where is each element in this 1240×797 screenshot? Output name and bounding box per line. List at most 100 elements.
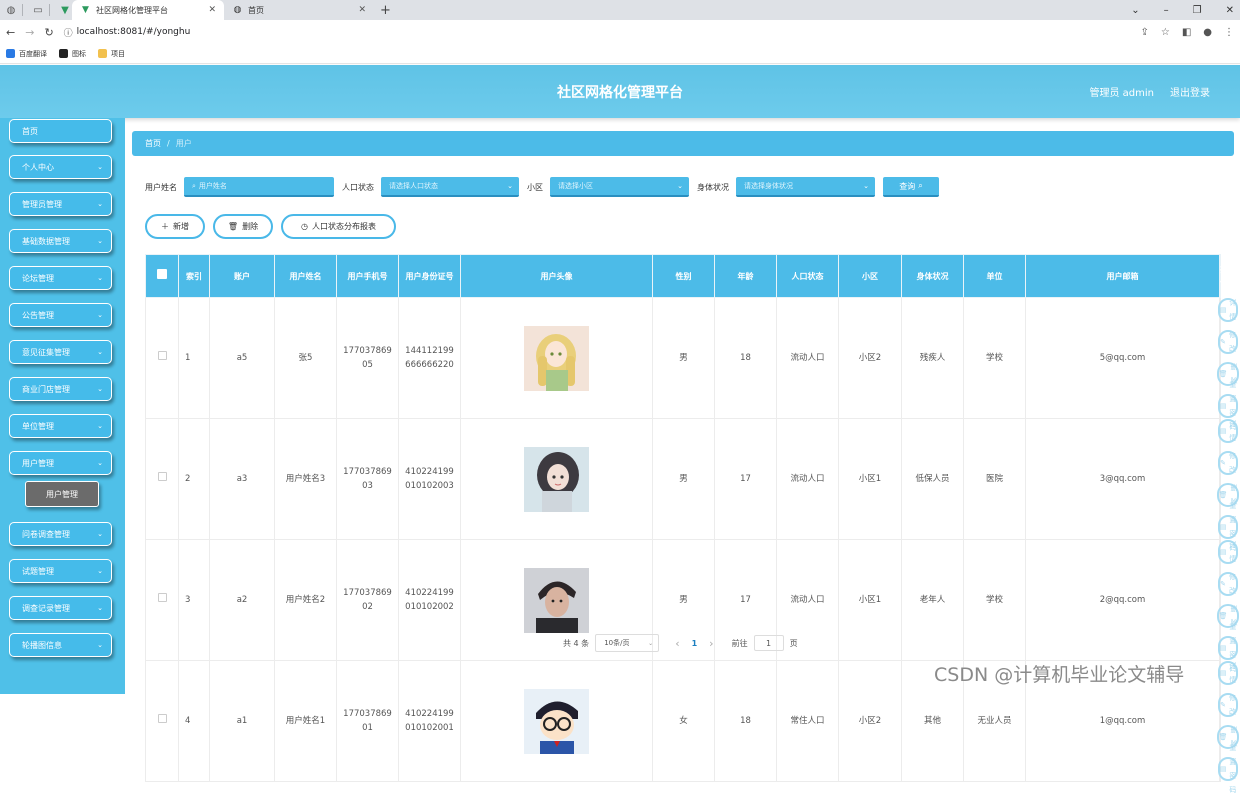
- tab-title: 社区网格化管理平台: [96, 5, 168, 15]
- new-tab-icon[interactable]: +: [380, 3, 391, 18]
- star-icon[interactable]: ☆: [1161, 27, 1170, 38]
- bookmark-item[interactable]: 百度翻译: [6, 49, 47, 59]
- avatar-cell: [460, 418, 653, 540]
- row-checkbox[interactable]: [157, 714, 167, 723]
- address-bar: ← → ↻ ⓘ localhost:8081/#/yonghu ⇪ ☆ ◧ ● …: [0, 20, 1240, 44]
- breadcrumb-home[interactable]: 首页: [145, 138, 161, 149]
- sidebar-item-label: 问卷调查管理: [22, 529, 70, 539]
- restore-icon[interactable]: ❐: [1193, 5, 1202, 16]
- sidebar-subitem-user-management[interactable]: 用户管理: [25, 481, 99, 507]
- tab-divider: [22, 4, 23, 16]
- close-window-icon[interactable]: ✕: [1226, 5, 1234, 16]
- minimize-icon[interactable]: –: [1164, 5, 1169, 16]
- sidebar-item[interactable]: 公告管理 ⌄: [9, 303, 112, 327]
- sidebar-item[interactable]: 论坛管理 ⌄: [9, 266, 112, 290]
- detail-button[interactable]: ▤ 详情: [1217, 419, 1239, 443]
- detail-button[interactable]: ▤ 详情: [1217, 540, 1239, 564]
- bookmark-item[interactable]: 图标: [59, 49, 86, 59]
- forward-icon[interactable]: →: [25, 26, 34, 39]
- select-all-checkbox[interactable]: [157, 269, 167, 279]
- status-select[interactable]: 请选择人口状态 ⌄: [381, 177, 519, 197]
- current-page[interactable]: 1: [692, 639, 698, 648]
- cell-account: a2: [209, 539, 275, 661]
- close-tab-icon[interactable]: ✕: [358, 5, 366, 15]
- cell-age: 17: [714, 418, 777, 540]
- table-row: 2 a3 用户姓名3 177037869 03 410224199 010102003 男…: [145, 418, 1240, 552]
- edit-button[interactable]: ✎ 修改: [1218, 572, 1238, 596]
- reload-icon[interactable]: ↻: [44, 26, 53, 39]
- sidebar-item-label: 论坛管理: [22, 273, 54, 283]
- sidebar-item[interactable]: 单位管理 ⌄: [9, 414, 112, 438]
- close-tab-icon[interactable]: ✕: [208, 5, 216, 15]
- sidebar-item[interactable]: 试题管理 ⌄: [9, 559, 112, 583]
- menu-kebab-icon[interactable]: ⋮: [1224, 27, 1234, 38]
- cell-id-card: 410224199 010102003: [398, 418, 461, 540]
- sidebar-item[interactable]: 问卷调查管理 ⌄: [9, 522, 112, 546]
- profile-icon[interactable]: ●: [1203, 27, 1212, 38]
- status-label: 人口状态: [342, 182, 374, 192]
- prev-page-button[interactable]: ‹: [675, 637, 679, 650]
- sidebar-item[interactable]: 个人中心 ⌄: [9, 155, 112, 179]
- cell-area: 小区1: [838, 418, 902, 540]
- row-checkbox[interactable]: [157, 351, 167, 360]
- area-select[interactable]: 请选择小区 ⌄: [550, 177, 689, 197]
- name-search-input[interactable]: ⌕ 用户姓名: [184, 177, 334, 197]
- edit-button[interactable]: ✎ 修改: [1218, 330, 1238, 354]
- blank-tab-icon[interactable]: ▭: [31, 3, 45, 17]
- query-button[interactable]: 查询 ⌕: [883, 177, 939, 197]
- cell-health: 低保人员: [901, 418, 964, 540]
- search-icon: ⌕: [192, 181, 196, 190]
- browser-tab-active[interactable]: ▼ 社区网格化管理平台 ✕: [72, 0, 224, 20]
- health-select[interactable]: 请选择身体状况 ⌄: [736, 177, 875, 197]
- cell-gender: 男: [652, 297, 715, 419]
- cell-status: 常住人口: [776, 660, 839, 782]
- bookmark-icon: [59, 49, 68, 58]
- cell-area: 小区2: [838, 660, 902, 782]
- document-icon: ▤: [1219, 306, 1227, 314]
- reset-password-button[interactable]: ▤ 重置密码: [1217, 381, 1239, 431]
- detail-button[interactable]: ▤ 详情: [1217, 298, 1239, 322]
- browser-tab[interactable]: ◍ 首页 ✕: [224, 0, 374, 20]
- column-header: 身体状况: [901, 254, 964, 298]
- sidebar-panel-icon[interactable]: ◧: [1182, 27, 1191, 38]
- reset-password-button[interactable]: ▤ 重置密码: [1217, 744, 1239, 794]
- tab-divider: [49, 4, 50, 16]
- document-icon: ▤: [1219, 523, 1227, 531]
- vue-logo-icon[interactable]: ▼: [58, 3, 72, 17]
- reset-password-button[interactable]: ▤ 重置密码: [1217, 502, 1239, 552]
- info-icon[interactable]: ⓘ: [64, 26, 73, 39]
- sidebar-item[interactable]: 基础数据管理 ⌄: [9, 229, 112, 253]
- sidebar-item[interactable]: 首页: [9, 119, 112, 143]
- chevron-down-icon[interactable]: ⌄: [1131, 5, 1139, 16]
- row-checkbox[interactable]: [157, 593, 167, 602]
- sidebar-item[interactable]: 调查记录管理 ⌄: [9, 596, 112, 620]
- delete-button[interactable]: 🗑 删除: [213, 214, 273, 239]
- page-size-select[interactable]: 10条/页 ⌄: [595, 634, 660, 652]
- goto-label: 前往: [731, 638, 748, 648]
- page-unit-label: 页: [789, 638, 798, 648]
- logout-link[interactable]: 退出登录: [1170, 84, 1210, 99]
- sidebar-item[interactable]: 轮播图信息 ⌄: [9, 633, 112, 657]
- edit-button[interactable]: ✎ 修改: [1218, 693, 1238, 717]
- sidebar-item[interactable]: 商业门店管理 ⌄: [9, 377, 112, 401]
- browser-globe-icon[interactable]: ◍: [4, 3, 18, 17]
- row-select-cell: [145, 539, 179, 661]
- reset-password-button[interactable]: ▤ 重置密码: [1217, 623, 1239, 673]
- cell-index: 1: [178, 297, 210, 419]
- add-button[interactable]: ＋新增: [145, 214, 205, 239]
- sidebar-item[interactable]: 管理员管理 ⌄: [9, 192, 112, 216]
- report-button[interactable]: ◷ 人口状态分布报表: [281, 214, 396, 239]
- share-icon[interactable]: ⇪: [1140, 27, 1148, 38]
- sidebar-item[interactable]: 用户管理 ⌄: [9, 451, 112, 475]
- url-field[interactable]: localhost:8081/#/yonghu: [77, 27, 191, 37]
- chevron-down-icon: ⌄: [677, 182, 683, 190]
- row-checkbox[interactable]: [157, 472, 167, 481]
- detail-button[interactable]: ▤ 详情: [1217, 661, 1239, 685]
- sidebar-item[interactable]: 意见征集管理 ⌄: [9, 340, 112, 364]
- next-page-button[interactable]: ›: [709, 637, 713, 650]
- back-icon[interactable]: ←: [6, 26, 15, 39]
- bookmark-item[interactable]: 项目: [98, 49, 125, 59]
- goto-page-input[interactable]: 1: [753, 635, 784, 651]
- sidebar-item-label: 公告管理: [22, 310, 54, 320]
- edit-button[interactable]: ✎ 修改: [1218, 451, 1238, 475]
